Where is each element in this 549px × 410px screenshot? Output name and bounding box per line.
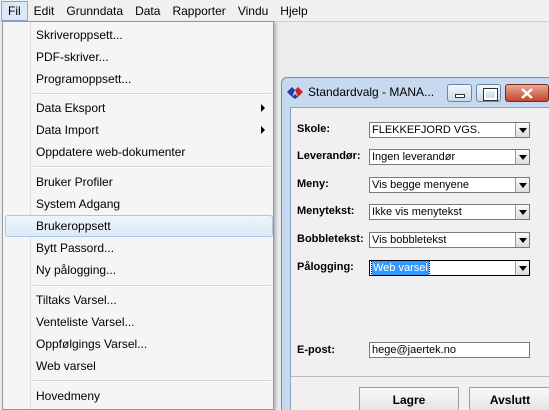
maximize-button[interactable] xyxy=(476,84,501,102)
chevron-down-icon[interactable] xyxy=(515,178,529,192)
menu-separator xyxy=(33,93,271,95)
menu-data[interactable]: Data xyxy=(129,1,166,21)
fil-menu-dropdown: Skriveroppsett... PDF-skriver... Program… xyxy=(2,21,274,410)
menu-item-programoppsett[interactable]: Programoppsett... xyxy=(5,68,273,90)
leverandor-select[interactable]: Ingen leverandør xyxy=(369,149,530,165)
menu-grunndata[interactable]: Grunndata xyxy=(60,1,129,21)
chevron-right-icon xyxy=(261,104,265,112)
skole-value: FLEKKEFJORD VGS. xyxy=(372,124,481,136)
chevron-down-icon[interactable] xyxy=(515,123,529,137)
menu-hjelp[interactable]: Hjelp xyxy=(274,1,313,21)
minimize-button[interactable] xyxy=(447,84,472,102)
menu-item-pdf-skriver[interactable]: PDF-skriver... xyxy=(5,46,273,68)
close-button[interactable] xyxy=(505,84,549,102)
menu-item-system-adgang[interactable]: System Adgang xyxy=(5,193,273,215)
chevron-down-icon[interactable] xyxy=(515,261,529,275)
palogging-select[interactable]: Web varsel xyxy=(369,260,530,276)
close-icon xyxy=(521,88,533,99)
menu-item-web-varsel[interactable]: Web varsel xyxy=(5,355,273,377)
menu-separator xyxy=(33,166,271,168)
menytekst-select[interactable]: Ikke vis menytekst xyxy=(369,204,530,220)
skole-label: Skole: xyxy=(297,123,331,135)
skole-select[interactable]: FLEKKEFJORD VGS. xyxy=(369,122,530,138)
menu-fil[interactable]: Fil xyxy=(1,0,28,21)
leverandor-value: Ingen leverandør xyxy=(372,151,456,163)
dialog-title: Standardvalg - MANA... xyxy=(308,85,435,99)
menu-item-brukeroppsett[interactable]: Brukeroppsett xyxy=(5,215,273,237)
menu-item-oppdatere-web-dokumenter[interactable]: Oppdatere web-dokumenter xyxy=(5,141,273,163)
epost-label: E-post: xyxy=(297,344,335,356)
menu-item-bytt-passord[interactable]: Bytt Passord... xyxy=(5,237,273,259)
menu-item-ny-palogging[interactable]: Ny pålogging... xyxy=(5,259,273,281)
leverandor-label: Leverandør: xyxy=(297,150,361,162)
menu-item-skriveroppsett[interactable]: Skriveroppsett... xyxy=(5,24,273,46)
menu-item-venteliste-varsel[interactable]: Venteliste Varsel... xyxy=(5,311,273,333)
diamond-logo-icon xyxy=(287,87,303,99)
dialog-titlebar[interactable]: Standardvalg - MANA... xyxy=(282,78,549,106)
menu-item-oppfolgings-varsel[interactable]: Oppfølgings Varsel... xyxy=(5,333,273,355)
palogging-label: Pålogging: xyxy=(297,261,354,273)
lagre-button[interactable]: Lagre xyxy=(359,387,459,410)
menu-item-hovedmeny[interactable]: Hovedmeny xyxy=(5,385,273,407)
menu-edit[interactable]: Edit xyxy=(28,1,61,21)
menu-item-tiltaks-varsel[interactable]: Tiltaks Varsel... xyxy=(5,289,273,311)
standardvalg-dialog: Standardvalg - MANA... Skole: FLEKKEFJOR… xyxy=(281,77,549,410)
menytekst-value: Ikke vis menytekst xyxy=(372,206,462,218)
chevron-down-icon[interactable] xyxy=(515,205,529,219)
menu-item-label: Data Import xyxy=(36,123,99,137)
menu-item-bruker-profiler[interactable]: Bruker Profiler xyxy=(5,171,273,193)
menu-rapporter[interactable]: Rapporter xyxy=(166,1,231,21)
meny-label: Meny: xyxy=(297,178,329,190)
chevron-right-icon xyxy=(261,126,265,134)
menu-separator xyxy=(33,380,271,382)
bobbletekst-value: Vis bobbletekst xyxy=(372,234,447,246)
menu-item-label: Data Eksport xyxy=(36,101,106,115)
meny-select[interactable]: Vis begge menyene xyxy=(369,177,530,193)
epost-field[interactable]: hege@jaertek.no xyxy=(369,342,530,358)
meny-value: Vis begge menyene xyxy=(372,179,470,191)
dialog-button-bar: Lagre Avslutt xyxy=(291,376,549,410)
chevron-down-icon[interactable] xyxy=(515,150,529,164)
bobbletekst-select[interactable]: Vis bobbletekst xyxy=(369,232,530,248)
menu-vindu[interactable]: Vindu xyxy=(232,1,274,21)
dialog-body: Skole: FLEKKEFJORD VGS. Leverandør: Inge… xyxy=(290,107,549,410)
menubar: Fil Edit Grunndata Data Rapporter Vindu … xyxy=(0,0,549,22)
bobbletekst-label: Bobbletekst: xyxy=(297,233,364,245)
menu-item-data-import[interactable]: Data Import xyxy=(5,119,273,141)
avslutt-button[interactable]: Avslutt xyxy=(469,387,549,410)
menytekst-label: Menytekst: xyxy=(297,205,355,217)
menu-item-data-eksport[interactable]: Data Eksport xyxy=(5,97,273,119)
menu-separator xyxy=(33,285,271,287)
chevron-down-icon[interactable] xyxy=(515,233,529,247)
palogging-value: Web varsel xyxy=(371,261,430,275)
